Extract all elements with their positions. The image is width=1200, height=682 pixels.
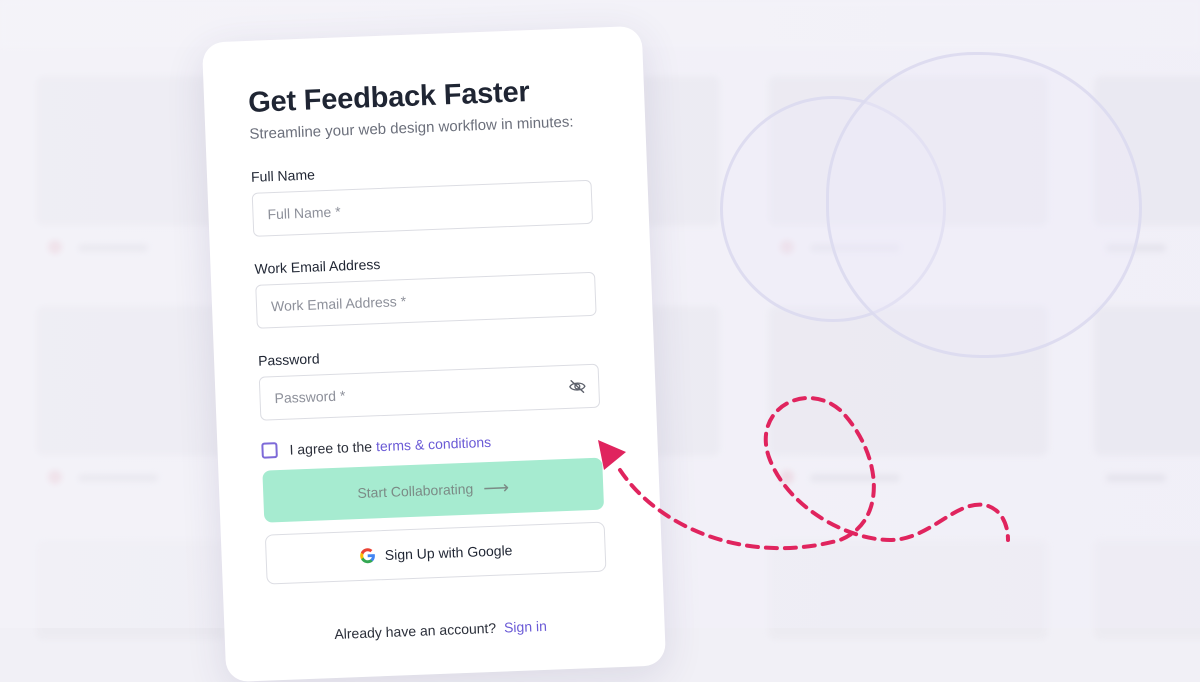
terms-row: I agree to the terms & conditions — [261, 429, 605, 459]
start-collaborating-label: Start Collaborating — [357, 480, 474, 502]
arrowhead-icon — [598, 440, 626, 470]
password-label: Password — [257, 350, 320, 369]
eye-off-icon[interactable] — [568, 377, 587, 396]
signin-row: Already have an account? Sign in — [268, 615, 612, 644]
doodle-path — [618, 396, 1010, 551]
arrow-right-icon: ⟶ — [482, 477, 510, 499]
full-name-field[interactable] — [251, 179, 594, 237]
google-icon — [360, 548, 376, 564]
email-label: Work Email Address — [254, 256, 381, 277]
google-signup-label: Sign Up with Google — [384, 542, 513, 564]
signin-text: Already have an account? — [334, 619, 497, 643]
signup-form: Get Feedback Faster Streamline your web … — [248, 74, 613, 645]
google-signup-button[interactable]: Sign Up with Google — [264, 521, 607, 585]
full-name-label: Full Name — [250, 166, 316, 185]
password-field[interactable] — [258, 363, 601, 421]
full-name-input[interactable] — [265, 194, 550, 224]
signup-card: Get Feedback Faster Streamline your web … — [201, 25, 667, 682]
password-input[interactable] — [272, 378, 557, 408]
terms-link[interactable]: terms & conditions — [376, 434, 492, 454]
terms-checkbox[interactable] — [261, 442, 278, 459]
dashed-arrow-doodle — [598, 396, 1010, 551]
email-field[interactable] — [255, 271, 597, 329]
signin-link[interactable]: Sign in — [504, 618, 547, 636]
decorative-circle — [826, 52, 1142, 358]
start-collaborating-button[interactable]: Start Collaborating ⟶ — [262, 457, 605, 523]
terms-text: I agree to the — [289, 438, 373, 458]
form-title: Get Feedback Faster — [247, 76, 531, 119]
email-input[interactable] — [268, 286, 554, 316]
